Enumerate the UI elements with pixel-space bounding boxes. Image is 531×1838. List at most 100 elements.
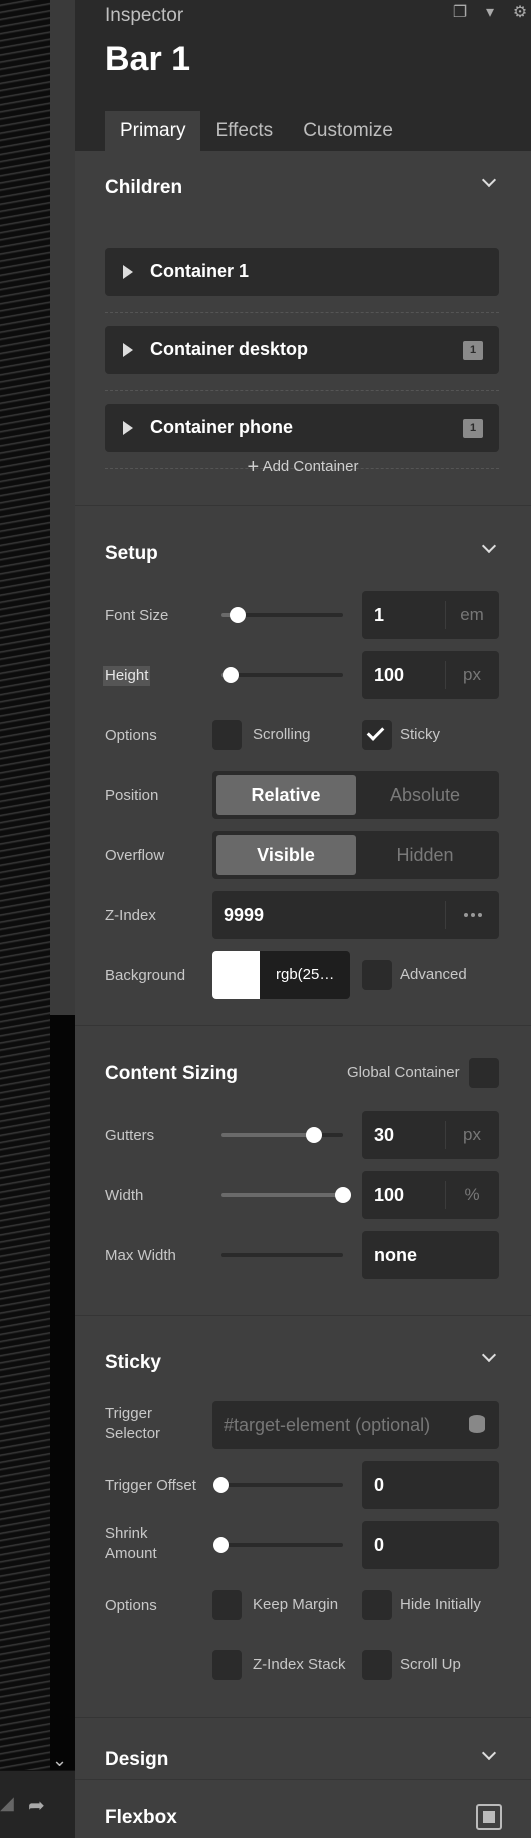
- expand-triangle-icon[interactable]: [123, 421, 133, 435]
- flexbox-section[interactable]: Flexbox: [75, 1780, 531, 1838]
- children-header[interactable]: Children: [75, 151, 531, 225]
- max-width-slider[interactable]: [221, 1253, 343, 1257]
- unit-label[interactable]: px: [445, 1125, 499, 1145]
- shrink-amount-slider[interactable]: [213, 1537, 343, 1553]
- more-icon[interactable]: [464, 913, 482, 917]
- slider-knob[interactable]: [213, 1537, 229, 1553]
- field-value: 30: [374, 1125, 395, 1145]
- expand-triangle-icon[interactable]: [123, 265, 133, 279]
- overflow-hidden-option[interactable]: Hidden: [355, 835, 495, 875]
- width-input[interactable]: 100 %: [362, 1171, 499, 1219]
- gutters-input[interactable]: 30 px: [362, 1111, 499, 1159]
- tab-primary[interactable]: Primary: [105, 111, 201, 151]
- add-container-button[interactable]: + Add Container: [75, 456, 531, 479]
- child-container-1[interactable]: Container 1: [105, 248, 499, 296]
- tab-customize[interactable]: Customize: [288, 111, 408, 151]
- undo-icon[interactable]: ◢: [0, 1793, 14, 1814]
- scroll-up-checkbox[interactable]: [362, 1650, 392, 1680]
- divider: [105, 390, 499, 391]
- slider-knob[interactable]: [335, 1187, 351, 1203]
- trigger-selector-input[interactable]: #target-element (optional): [212, 1401, 499, 1449]
- shrink-amount-row: Shrink Amount 0: [75, 1521, 531, 1569]
- advanced-checkbox[interactable]: [362, 960, 392, 990]
- font-size-slider[interactable]: [221, 607, 343, 623]
- position-row: Position Relative Absolute: [75, 771, 531, 819]
- height-row: Height 100 px: [75, 651, 531, 699]
- z-index-stack-checkbox[interactable]: [212, 1650, 242, 1680]
- checkbox-label: Keep Margin: [253, 1596, 339, 1613]
- field-value: none: [374, 1245, 417, 1265]
- unit-label[interactable]: px: [445, 665, 499, 685]
- checkbox-label: Advanced: [400, 966, 467, 983]
- keep-margin-checkbox[interactable]: [212, 1590, 242, 1620]
- shrink-amount-input[interactable]: 0: [362, 1521, 499, 1569]
- trigger-offset-input[interactable]: 0: [362, 1461, 499, 1509]
- z-index-input[interactable]: 9999: [212, 891, 499, 939]
- field-label: Options: [105, 727, 157, 744]
- global-container-checkbox[interactable]: [469, 1058, 499, 1088]
- child-label: Container desktop: [150, 339, 309, 359]
- design-section[interactable]: Design: [75, 1718, 531, 1780]
- slider-knob[interactable]: [305, 1127, 322, 1143]
- global-container-label: Global Container: [347, 1064, 460, 1081]
- database-icon[interactable]: [469, 1415, 485, 1433]
- width-slider[interactable]: [221, 1187, 351, 1203]
- input-placeholder: #target-element (optional): [224, 1415, 431, 1435]
- position-relative-option[interactable]: Relative: [216, 775, 356, 815]
- chevron-down-icon[interactable]: ⌄: [52, 1750, 67, 1771]
- inspector-header: Inspector ❐ ▾ ⚙ Bar 1 Primary Effects Cu…: [75, 0, 531, 151]
- color-swatch[interactable]: [212, 951, 260, 999]
- trigger-offset-slider[interactable]: [213, 1477, 343, 1493]
- chevron-down-icon[interactable]: [482, 1748, 496, 1762]
- inspector-tabs: Primary Effects Customize: [105, 111, 408, 151]
- slider-knob[interactable]: [230, 607, 247, 623]
- canvas-scrollbar-track: [50, 0, 75, 1015]
- redo-icon[interactable]: ➦: [28, 1793, 45, 1818]
- z-index-row: Z-Index 9999: [75, 891, 531, 939]
- add-container-label: Add Container: [262, 458, 359, 475]
- max-width-row: Max Width none: [75, 1231, 531, 1279]
- gutters-slider[interactable]: [221, 1127, 343, 1143]
- scrolling-checkbox[interactable]: [212, 720, 242, 750]
- field-label: Overflow: [105, 847, 165, 864]
- field-label: Background: [105, 967, 186, 984]
- slider-fill: [221, 1193, 343, 1197]
- hide-initially-checkbox[interactable]: [362, 1590, 392, 1620]
- height-slider[interactable]: [221, 667, 343, 683]
- canvas-dark-area: [50, 1015, 75, 1770]
- section-title: Setup: [105, 543, 158, 564]
- overflow-segmented-control: Visible Hidden: [212, 831, 499, 879]
- sticky-options-row: Options Keep Margin Hide Initially: [75, 1581, 531, 1629]
- field-label: Trigger Selector: [105, 1405, 161, 1442]
- height-input[interactable]: 100 px: [362, 651, 499, 699]
- tab-effects[interactable]: Effects: [200, 111, 288, 151]
- child-container-desktop[interactable]: Container desktop 1: [105, 326, 499, 374]
- flexbox-icon[interactable]: [476, 1804, 502, 1830]
- slider-knob[interactable]: [222, 667, 239, 683]
- settings-icon[interactable]: ⚙: [511, 4, 529, 22]
- sticky-header[interactable]: Sticky: [75, 1316, 531, 1401]
- chevron-down-icon[interactable]: [482, 175, 496, 189]
- overflow-visible-option[interactable]: Visible: [216, 835, 356, 875]
- field-value: 0: [374, 1535, 385, 1555]
- sticky-checkbox[interactable]: [362, 720, 392, 750]
- children-section: Children Container 1 Container desktop 1…: [75, 151, 531, 506]
- chevron-down-icon[interactable]: [482, 1350, 496, 1364]
- inspector-panel: Inspector ❐ ▾ ⚙ Bar 1 Primary Effects Cu…: [75, 0, 531, 1838]
- max-width-input[interactable]: none: [362, 1231, 499, 1279]
- unit-label[interactable]: %: [445, 1185, 499, 1205]
- position-absolute-option[interactable]: Absolute: [355, 775, 495, 815]
- child-container-phone[interactable]: Container phone 1: [105, 404, 499, 452]
- copy-icon[interactable]: ❐: [451, 4, 469, 22]
- slider-knob[interactable]: [213, 1477, 229, 1493]
- sticky-options-row-2: Z-Index Stack Scroll Up: [75, 1641, 531, 1689]
- expand-triangle-icon[interactable]: [123, 343, 133, 357]
- font-size-input[interactable]: 1 em: [362, 591, 499, 639]
- chevron-down-icon[interactable]: [482, 541, 496, 555]
- setup-header[interactable]: Setup: [75, 506, 531, 591]
- history-toolbar: ◢ ➦: [0, 1770, 75, 1838]
- unit-label[interactable]: em: [445, 605, 499, 625]
- checkmark-icon: [366, 723, 385, 741]
- color-value[interactable]: rgb(25…: [260, 951, 350, 999]
- delete-icon[interactable]: ▾: [481, 4, 499, 22]
